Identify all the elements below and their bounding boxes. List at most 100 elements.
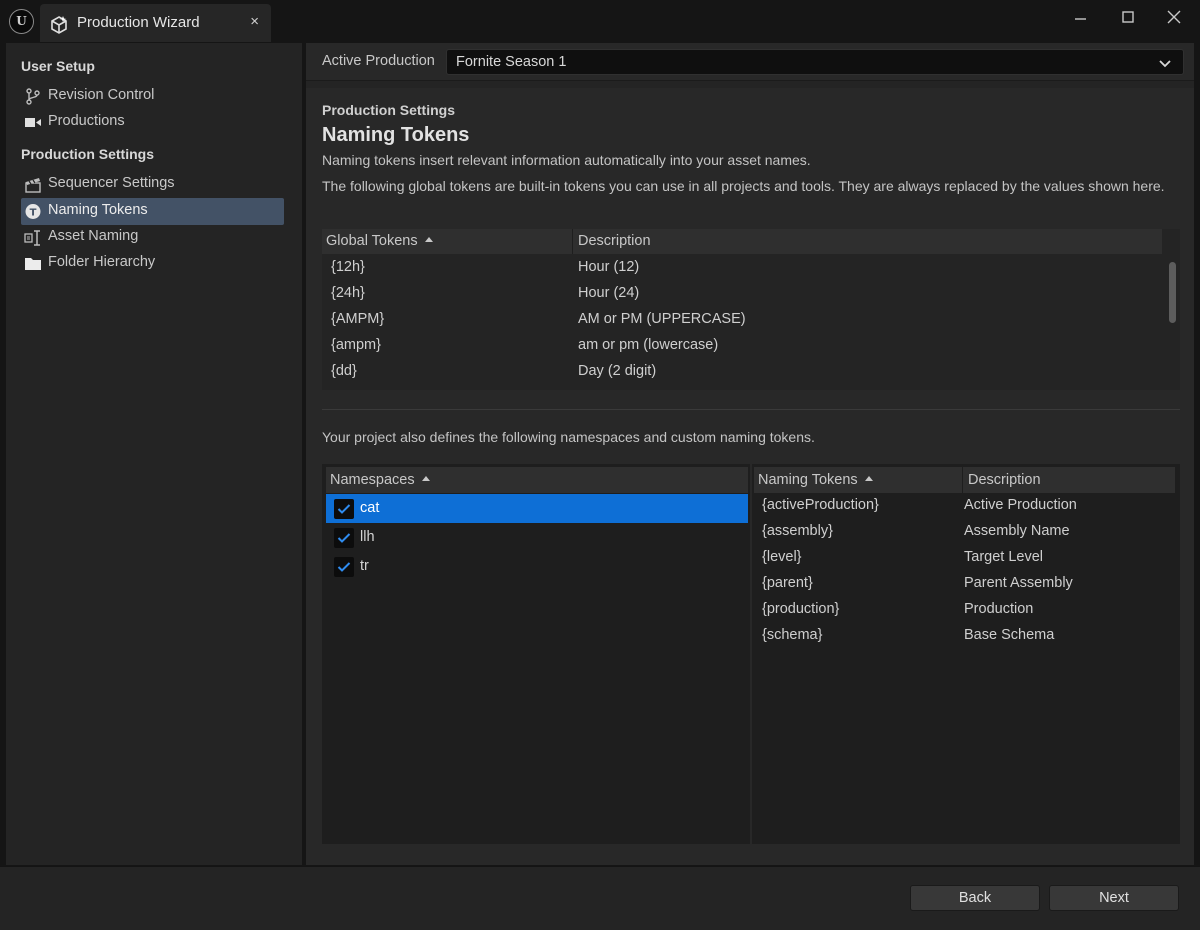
sidebar-item-folder-hierarchy[interactable]: Folder Hierarchy: [21, 250, 284, 277]
table-row[interactable]: {ampm} am or pm (lowercase): [322, 333, 1162, 359]
table-row[interactable]: {assembly} Assembly Name: [754, 519, 1175, 545]
token-cell: {12h}: [331, 259, 365, 275]
sidebar-item-label: Folder Hierarchy: [48, 254, 156, 270]
title-bar: U Production Wizard ×: [0, 0, 1200, 42]
table-row[interactable]: {level} Target Level: [754, 545, 1175, 571]
description-cell: Hour (24): [578, 285, 640, 301]
token-cell: {ampm}: [331, 337, 381, 353]
active-production-dropdown[interactable]: Fornite Season 1: [446, 49, 1184, 75]
svg-text:T: T: [30, 208, 37, 219]
token-cell: {AMPM}: [331, 311, 385, 327]
section-label: Production Settings: [322, 102, 455, 118]
list-item[interactable]: cat: [326, 494, 748, 523]
column-header-label: Naming Tokens: [758, 472, 858, 488]
description-cell: am or pm (lowercase): [578, 337, 719, 353]
production-wizard-icon: [49, 15, 69, 38]
sort-ascending-icon: [421, 476, 430, 481]
column-header-description[interactable]: Description: [574, 229, 1162, 254]
folder-icon: [24, 255, 42, 272]
list-item[interactable]: tr: [326, 552, 748, 581]
description-text-custom: Your project also defines the following …: [322, 429, 815, 445]
column-header-naming-tokens[interactable]: Naming Tokens: [754, 467, 963, 493]
description-cell: Base Schema: [964, 627, 1055, 643]
sidebar: User Setup Revision Control Productions …: [6, 43, 302, 865]
description-cell: Target Level: [964, 549, 1043, 565]
chevron-down-icon: [1159, 56, 1171, 72]
sidebar-item-naming-tokens[interactable]: T Naming Tokens: [21, 198, 284, 225]
description-text: Naming tokens insert relevant informatio…: [322, 152, 811, 168]
column-header-label: Description: [968, 472, 1041, 488]
window-close-icon[interactable]: [1154, 6, 1194, 32]
sidebar-item-asset-naming[interactable]: Asset Naming: [21, 224, 284, 251]
namespace-checkbox[interactable]: [334, 528, 354, 548]
sidebar-item-label: Naming Tokens: [48, 202, 148, 218]
table-row[interactable]: {schema} Base Schema: [754, 623, 1175, 649]
main-panel: Active Production Fornite Season 1 Produ…: [306, 43, 1194, 865]
column-header-global-tokens[interactable]: Global Tokens: [322, 229, 573, 254]
sidebar-item-label: Sequencer Settings: [48, 175, 175, 191]
next-button[interactable]: Next: [1049, 885, 1179, 911]
description-cell: Hour (12): [578, 259, 640, 275]
branch-icon: [24, 88, 42, 105]
token-cell: {level}: [762, 549, 802, 565]
table-row[interactable]: {dd} Day (2 digit): [322, 359, 1162, 385]
table-row[interactable]: {24h} Hour (24): [322, 281, 1162, 307]
clapperboard-icon: [24, 176, 42, 193]
naming-tokens-table: Naming Tokens Description {activeProduct…: [752, 464, 1180, 844]
column-header-label: Description: [578, 233, 651, 249]
table-row[interactable]: {AMPM} AM or PM (UPPERCASE): [322, 307, 1162, 333]
description-cell: AM or PM (UPPERCASE): [578, 311, 746, 327]
namespace-checkbox[interactable]: [334, 557, 354, 577]
token-cell: {assembly}: [762, 523, 833, 539]
column-header-namespaces[interactable]: Namespaces: [326, 467, 748, 493]
active-production-bar: Active Production Fornite Season 1: [306, 43, 1194, 81]
namespace-label: tr: [360, 558, 369, 574]
sidebar-item-label: Revision Control: [48, 87, 155, 103]
token-icon: T: [24, 203, 42, 220]
namespaces-list: Namespaces cat llh tr: [322, 464, 750, 844]
column-header-label: Namespaces: [330, 472, 415, 488]
divider: [322, 409, 1180, 410]
token-cell: {parent}: [762, 575, 813, 591]
back-button[interactable]: Back: [910, 885, 1040, 911]
tab-title: Production Wizard: [77, 14, 200, 31]
page-title: Naming Tokens: [322, 124, 470, 146]
unreal-logo-icon[interactable]: U: [9, 9, 34, 34]
namespace-checkbox[interactable]: [334, 499, 354, 519]
maximize-icon[interactable]: [1108, 6, 1148, 32]
table-row[interactable]: {12h} Hour (12): [322, 255, 1162, 281]
table-row[interactable]: {activeProduction} Active Production: [754, 493, 1175, 519]
active-production-value: Fornite Season 1: [456, 54, 567, 70]
close-icon[interactable]: ×: [250, 13, 259, 30]
document-tab[interactable]: Production Wizard ×: [40, 4, 271, 42]
namespace-label: cat: [360, 500, 380, 516]
sort-ascending-icon: [864, 476, 873, 481]
column-header-description[interactable]: Description: [964, 467, 1175, 493]
description-cell: Active Production: [964, 497, 1077, 513]
table-row[interactable]: {parent} Parent Assembly: [754, 571, 1175, 597]
sidebar-item-productions[interactable]: Productions: [21, 109, 284, 136]
sidebar-item-revision-control[interactable]: Revision Control: [21, 83, 284, 110]
scrollbar-thumb[interactable]: [1169, 262, 1176, 323]
description-cell: Day (2 digit): [578, 363, 657, 379]
sort-ascending-icon: [424, 237, 433, 242]
video-camera-icon: [24, 114, 42, 131]
token-cell: {production}: [762, 601, 840, 617]
namespace-label: llh: [360, 529, 375, 545]
table-header: Global Tokens Description: [322, 229, 1162, 254]
content-area: Production Settings Naming Tokens Naming…: [306, 88, 1194, 865]
sidebar-header-user-setup: User Setup: [21, 58, 95, 74]
sidebar-header-production-settings: Production Settings: [21, 146, 154, 162]
footer-bar: Back Next: [0, 866, 1200, 930]
minimize-icon[interactable]: [1060, 6, 1100, 32]
sidebar-item-label: Productions: [48, 113, 125, 129]
description-cell: Parent Assembly: [964, 575, 1073, 591]
list-item[interactable]: llh: [326, 523, 748, 552]
token-cell: {24h}: [331, 285, 365, 301]
table-row[interactable]: {production} Production: [754, 597, 1175, 623]
token-cell: {schema}: [762, 627, 823, 643]
sidebar-item-sequencer-settings[interactable]: Sequencer Settings: [21, 171, 284, 198]
token-cell: {activeProduction}: [762, 497, 879, 513]
description-cell: Production: [964, 601, 1034, 617]
token-cell: {dd}: [331, 363, 357, 379]
